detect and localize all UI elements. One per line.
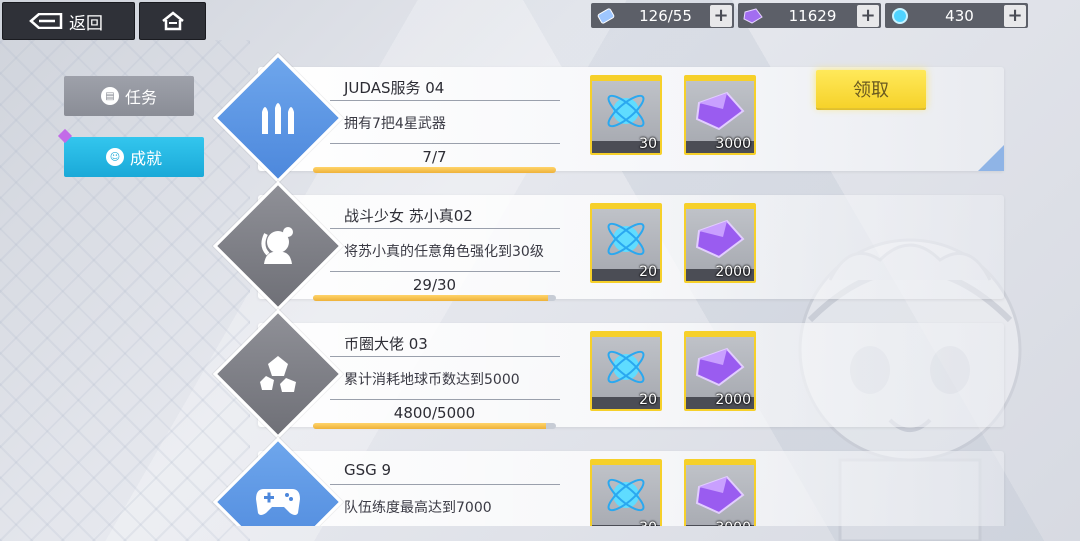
divider <box>330 143 560 144</box>
achievement-title: JUDAS服务 04 <box>344 79 445 97</box>
stamina-counter: 126/55 + <box>591 3 734 28</box>
tab-achievements-label: 成就 <box>129 149 162 168</box>
divider <box>330 484 560 485</box>
blue-orb-icon <box>607 94 645 128</box>
purple-crystal-icon <box>695 347 745 387</box>
top-bar: 返回 126/55 + 11629 + 430 + <box>0 0 1080 40</box>
add-crystal-button[interactable]: + <box>857 4 879 27</box>
achievement-list[interactable]: JUDAS服务 04 拥有7把4星武器 7/7 30 3000 领取 战斗少女 … <box>198 40 1080 526</box>
divider <box>330 100 560 101</box>
progress-text: 4800/5000 <box>393 404 476 422</box>
gamepad-icon <box>256 489 300 515</box>
bullets-icon <box>262 103 294 134</box>
orb-value: 430 <box>945 6 974 25</box>
reward-orb[interactable]: 20 <box>590 203 662 283</box>
back-label: 返回 <box>69 13 103 34</box>
purple-crystal-icon <box>695 91 745 131</box>
progress-bar <box>313 423 556 429</box>
divider <box>330 271 560 272</box>
tab-tasks[interactable]: ▤ 任务 <box>64 76 194 116</box>
reward-qty: 3000 <box>715 520 751 526</box>
purple-crystal-icon <box>738 7 768 25</box>
reward-qty: 30 <box>639 136 657 152</box>
reward-qty: 20 <box>639 264 657 280</box>
crystal-counter: 11629 + <box>738 3 881 28</box>
blue-orb-icon <box>885 6 915 26</box>
task-icon: ▤ <box>100 87 119 105</box>
achievement-desc: 累计消耗地球币数达到5000 <box>344 372 520 388</box>
card-corner-decoration <box>978 145 1004 171</box>
purple-crystal-icon <box>695 219 745 259</box>
blue-orb-icon <box>607 478 645 512</box>
reward-qty: 2000 <box>715 264 751 280</box>
progress-fill <box>313 295 548 301</box>
battery-icon <box>591 7 621 25</box>
progress-bar <box>313 295 556 301</box>
divider <box>330 356 560 357</box>
tab-tasks-label: 任务 <box>124 88 157 107</box>
divider <box>330 228 560 229</box>
blue-orb-icon <box>607 350 645 384</box>
progress-text: 7/7 <box>422 148 447 166</box>
reward-orb[interactable]: 30 <box>590 75 662 155</box>
progress-fill <box>313 167 556 173</box>
back-arrow-icon <box>29 13 63 29</box>
tab-achievements[interactable]: ☺ 成就 <box>57 128 204 177</box>
back-button[interactable]: 返回 <box>2 2 135 40</box>
reward-orb[interactable]: 20 <box>590 331 662 411</box>
reward-qty: 30 <box>639 520 657 526</box>
achievement-title: 战斗少女 苏小真02 <box>344 207 473 225</box>
home-button[interactable] <box>139 2 206 40</box>
achievement-title: 币圈大佬 03 <box>344 335 428 353</box>
divider <box>330 399 560 400</box>
crystal-value: 11629 <box>788 6 837 25</box>
reward-orb[interactable]: 30 <box>590 459 662 526</box>
progress-bar <box>313 167 556 173</box>
blue-orb-icon <box>607 222 645 256</box>
reward-crystal[interactable]: 2000 <box>684 331 756 411</box>
notification-gem-icon <box>57 128 73 144</box>
achievement-desc: 拥有7把4星武器 <box>344 116 446 132</box>
girl-silhouette-icon <box>261 227 293 264</box>
purple-crystal-icon <box>695 475 745 515</box>
achievement-desc: 将苏小真的任意角色强化到30级 <box>344 244 544 260</box>
add-orb-button[interactable]: + <box>1004 4 1026 27</box>
reward-qty: 3000 <box>715 136 751 152</box>
achievement-desc: 队伍练度最高达到7000 <box>344 500 492 516</box>
reward-crystal[interactable]: 3000 <box>684 75 756 155</box>
orb-counter: 430 + <box>885 3 1028 28</box>
reward-crystal[interactable]: 3000 <box>684 459 756 526</box>
achievement-icon: ☺ <box>105 148 124 166</box>
progress-fill <box>313 423 547 429</box>
home-icon <box>161 11 184 31</box>
reward-qty: 2000 <box>715 392 751 408</box>
stamina-value: 126/55 <box>639 6 692 25</box>
progress-text: 29/30 <box>412 276 457 294</box>
gems-icon <box>260 356 296 392</box>
achievement-title: GSG 9 <box>344 461 392 479</box>
claim-button[interactable]: 领取 <box>816 70 926 108</box>
reward-qty: 20 <box>639 392 657 408</box>
reward-crystal[interactable]: 2000 <box>684 203 756 283</box>
add-stamina-button[interactable]: + <box>710 4 732 27</box>
